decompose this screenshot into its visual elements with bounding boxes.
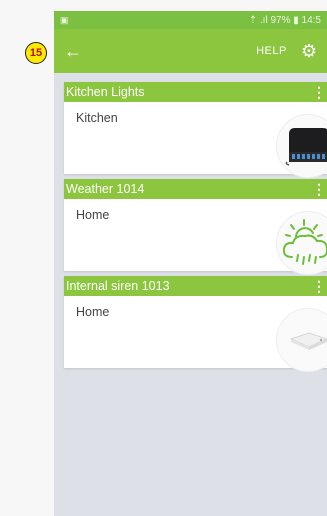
phone-screen: ▣ ⇡ .ıl 97% ▮ 14:5 ← HELP ⚙ Kitchen Ligh… xyxy=(54,11,327,516)
status-right: ⇡ .ıl 97% ▮ 14:5 xyxy=(248,14,321,26)
annotation-badge: 15 xyxy=(25,42,47,64)
device-card-weather[interactable]: Weather 1014 ⋮ Home xyxy=(64,179,327,275)
device-card-header: Kitchen Lights ⋮ xyxy=(64,82,327,102)
gear-icon[interactable]: ⚙ xyxy=(301,42,317,60)
weather-cloud-icon xyxy=(276,211,327,275)
device-name: Kitchen Lights xyxy=(66,85,145,99)
app-bar: ← HELP ⚙ xyxy=(54,29,327,73)
status-bar: ▣ ⇡ .ıl 97% ▮ 14:5 xyxy=(54,11,327,29)
siren-icon xyxy=(276,308,327,372)
more-vert-icon[interactable]: ⋮ xyxy=(312,181,326,198)
device-card-body: Home xyxy=(64,199,327,275)
help-button[interactable]: HELP xyxy=(256,45,287,57)
device-name: Weather 1014 xyxy=(66,182,145,196)
notification-icon: ▣ xyxy=(60,14,69,25)
device-room: Kitchen xyxy=(76,111,118,125)
app-bar-actions: HELP ⚙ xyxy=(256,42,317,60)
device-card-body: Home xyxy=(64,296,327,372)
device-card-siren[interactable]: Internal siren 1013 ⋮ Home xyxy=(64,276,327,372)
device-card-body: Kitchen xyxy=(64,102,327,178)
relay-module-icon xyxy=(276,114,327,178)
device-card-header: Weather 1014 ⋮ xyxy=(64,179,327,199)
device-room: Home xyxy=(76,305,110,319)
device-card-kitchen-lights[interactable]: Kitchen Lights ⋮ Kitchen xyxy=(64,82,327,178)
more-vert-icon[interactable]: ⋮ xyxy=(312,278,326,295)
more-vert-icon[interactable]: ⋮ xyxy=(312,84,326,101)
device-list: Kitchen Lights ⋮ Kitchen Weather 1014 ⋮ … xyxy=(54,73,327,372)
device-name: Internal siren 1013 xyxy=(66,279,170,293)
device-card-header: Internal siren 1013 ⋮ xyxy=(64,276,327,296)
device-room: Home xyxy=(76,208,110,222)
back-arrow-icon[interactable]: ← xyxy=(64,42,82,60)
